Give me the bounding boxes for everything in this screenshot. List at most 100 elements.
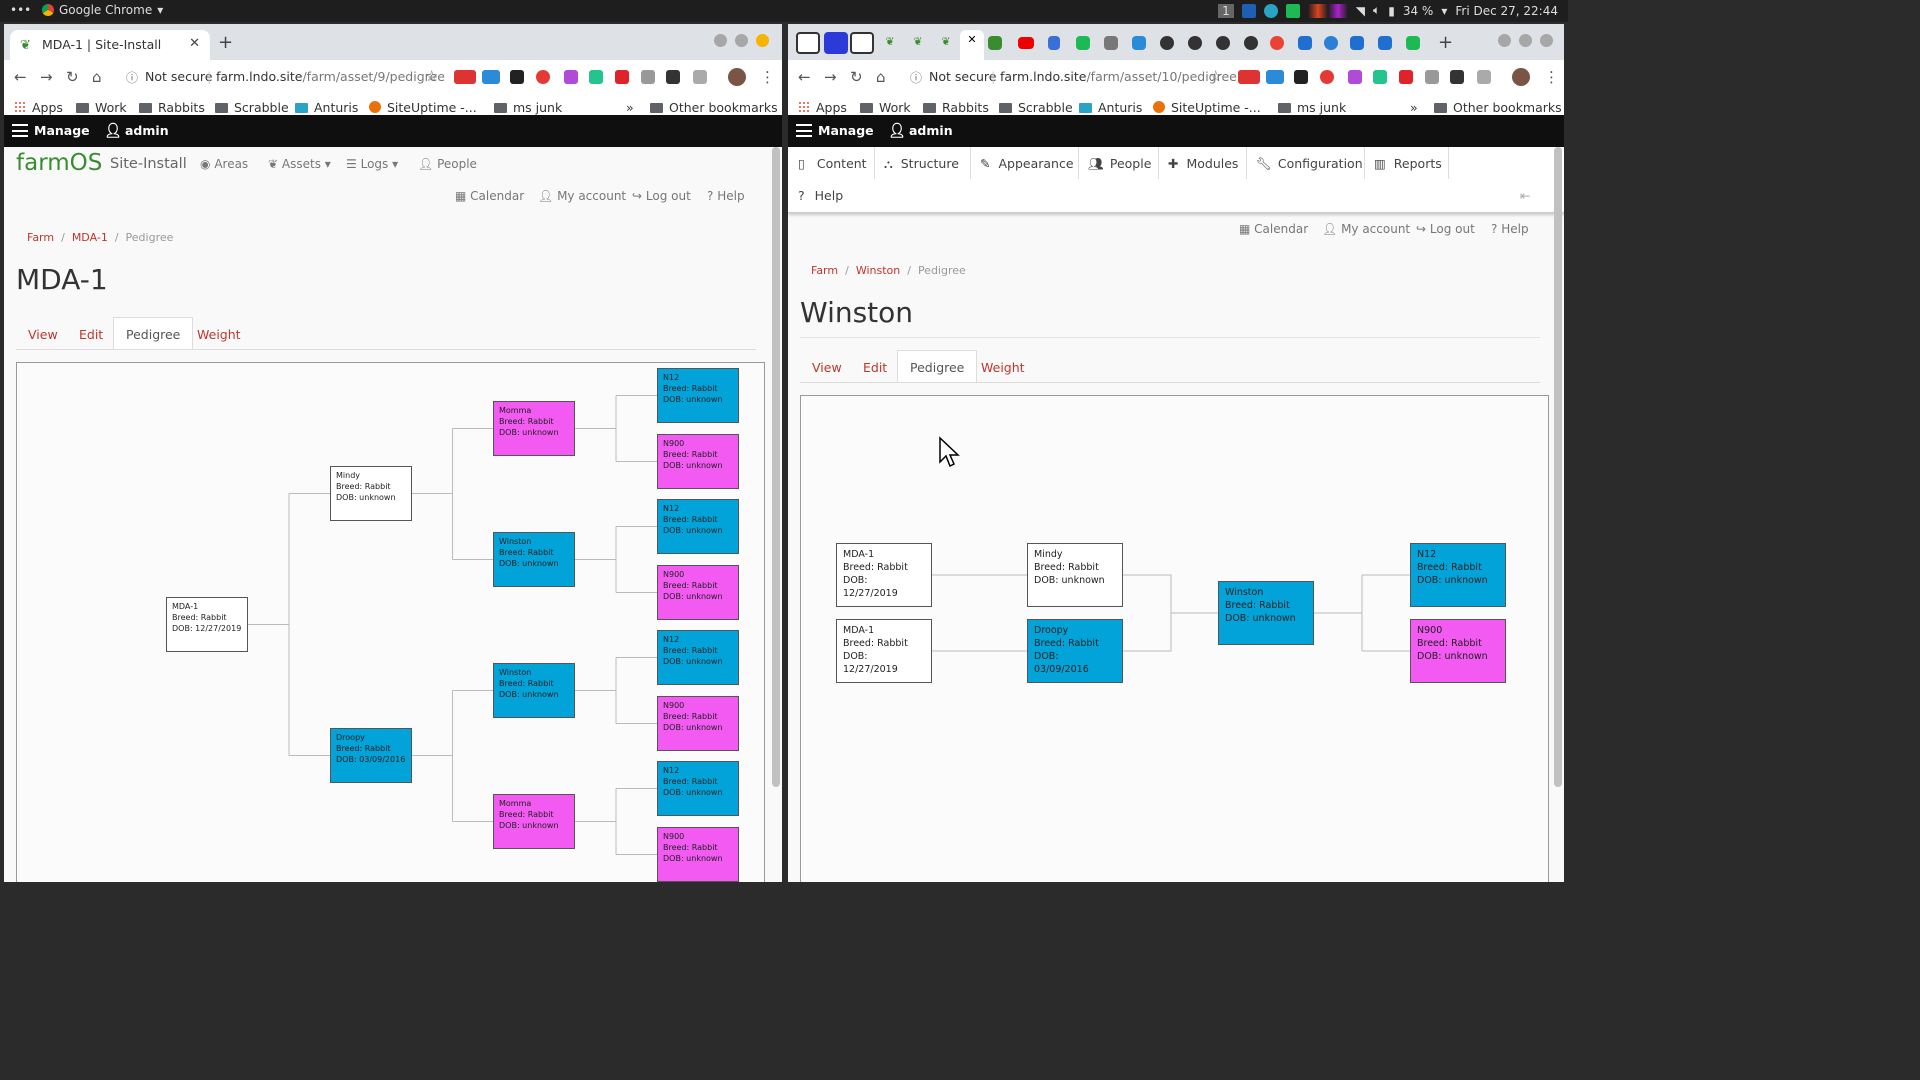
tab-github-3[interactable] [1216,36,1230,50]
eyedropper-ext-icon[interactable] [564,70,578,84]
manage-link[interactable]: Manage [818,123,874,138]
manage-link[interactable]: Manage [34,123,90,138]
tab-chart[interactable] [1132,36,1146,50]
maximize-button[interactable] [735,34,748,47]
green-ext-icon[interactable] [589,70,603,84]
site-name[interactable]: Site-Install [110,156,187,172]
url-field[interactable]: farm.lndo.site/farm/asset/10/pedigree [1000,69,1237,84]
bookmark-rabbits[interactable]: Rabbits [923,100,989,115]
bookmark-ms-junk[interactable]: ms junk [494,100,562,115]
help-link[interactable]: ? Help [707,189,745,203]
admin-user-link[interactable]: admin [909,123,953,138]
menu-people[interactable]: 👥︎ People [1088,156,1151,172]
pedigree-node[interactable]: MDA-1 Breed: Rabbit DOB: 12/27/2019 [166,597,248,652]
bookmark-apps[interactable]: Apps [798,100,847,115]
log-out-link[interactable]: ↪ Log out [1416,222,1475,236]
breadcrumb-asset[interactable]: Winston [856,264,900,277]
activities-menu[interactable]: ••• [10,3,31,17]
pedigree-node[interactable]: N900 Breed: Rabbit DOB: unknown [657,696,739,751]
tab-youtube[interactable] [1018,37,1034,49]
nav-logs[interactable]: ☰ Logs ▾ [346,157,398,171]
workspace-indicator[interactable]: 1 [1218,3,1234,18]
pedigree-node[interactable]: Momma Breed: Rabbit DOB: unknown [493,794,575,849]
bookmark-scrabble[interactable]: Scrabble [215,100,289,115]
cpu-graph-icon[interactable] [1307,3,1348,18]
dropdown-arrow-icon[interactable]: ▾ [1441,4,1447,18]
pedigree-node[interactable]: N12 Breed: Rabbit DOB: unknown [1410,543,1506,607]
pedigree-node[interactable]: N12 Breed: Rabbit DOB: unknown [657,499,739,554]
bw-ext-icon[interactable] [1294,70,1308,84]
bookmark-scrabble[interactable]: Scrabble [999,100,1073,115]
pedigree-node[interactable]: N900 Breed: Rabbit DOB: unknown [1410,619,1506,683]
tab-ext-3[interactable] [850,32,874,54]
bookmark-star-icon[interactable]: ☆ [425,67,438,85]
bookmark-siteuptime[interactable]: SiteUptime -... [369,100,477,115]
chrome-menu-icon[interactable]: ⋮ [760,68,775,86]
tab-pedigree[interactable]: Pedigree [897,350,978,383]
menu-appearance[interactable]: ✎ Appearance [980,156,1074,171]
tab-google[interactable] [1270,36,1284,50]
log-out-link[interactable]: ↪ Log out [632,189,691,203]
eyedropper-ext-icon[interactable] [1348,70,1362,84]
tab-ext-1[interactable] [796,32,820,54]
dark-ext-icon[interactable] [666,70,680,84]
dark-ext-icon[interactable] [1450,70,1464,84]
tab-ext-4[interactable] [988,36,1002,50]
pedigree-node[interactable]: N900 Breed: Rabbit DOB: unknown [657,434,739,489]
breadcrumb-farm[interactable]: Farm [811,264,838,277]
back-button[interactable]: ← [798,68,811,86]
menu-configuration[interactable]: 🔧︎ Configuration [1256,156,1363,172]
tab-ext-2[interactable] [824,32,848,54]
bookmark-anturis[interactable]: Anturis [1079,100,1142,115]
forward-button[interactable]: → [824,68,837,86]
profile-avatar[interactable] [1512,68,1530,86]
security-label[interactable]: Not secure [145,69,212,84]
pedigree-node[interactable]: N12 Breed: Rabbit DOB: unknown [657,630,739,685]
tab-github-2[interactable] [1188,36,1202,50]
other-bookmarks[interactable]: Other bookmarks [1434,100,1562,115]
tab-farmos-3[interactable]: ❦ [934,32,958,54]
bookmarks-overflow[interactable]: » [1410,100,1418,115]
pedigree-node[interactable]: Momma Breed: Rabbit DOB: unknown [493,401,575,456]
chrome-menu-icon[interactable]: ⋮ [1544,68,1559,86]
green-tray-icon[interactable] [1285,3,1300,18]
pedigree-node[interactable]: N12 Breed: Rabbit DOB: unknown [657,368,739,423]
menu-content[interactable]: ▯ Content [798,156,867,171]
red-ext-icon[interactable] [615,70,629,84]
bookmark-apps[interactable]: Apps [14,100,63,115]
reload-button[interactable]: ↻ [850,68,863,86]
tab-farmos-1[interactable]: ❦ [878,32,902,54]
help-link[interactable]: ? Help [1491,222,1529,236]
wifi-icon[interactable]: ◥ [1356,4,1365,18]
tab-github-4[interactable] [1244,36,1258,50]
nav-areas[interactable]: ◉ Areas [200,157,248,171]
tab-ext-8[interactable] [1324,36,1338,50]
pedigree-node[interactable]: MDA-1 Breed: Rabbit DOB: 12/27/2019 [836,543,932,607]
tab-view[interactable]: View [28,327,58,342]
pedigree-node[interactable]: Droopy Breed: Rabbit DOB: 03/09/2016 [1027,619,1123,683]
camera-ext-icon[interactable] [693,70,707,84]
gray-ext-icon[interactable] [641,70,655,84]
breadcrumb-farm[interactable]: Farm [27,231,54,244]
url-field[interactable]: farm.lndo.site/farm/asset/9/pedigree [216,69,445,84]
pedigree-node[interactable]: Droopy Breed: Rabbit DOB: 03/09/2016 [330,728,412,783]
admin-user-link[interactable]: admin [125,123,169,138]
tab-ext-11[interactable] [1406,36,1420,50]
tab-pedigree[interactable]: Pedigree [113,317,194,350]
nav-people[interactable]: 👤︎ People [418,157,477,171]
pedigree-node[interactable]: MDA-1 Breed: Rabbit DOB: 12/27/2019 [836,619,932,683]
green-ext-icon[interactable] [1373,70,1387,84]
bookmark-anturis[interactable]: Anturis [295,100,358,115]
adblock-icon[interactable] [536,70,550,84]
minimize-button[interactable] [1498,34,1511,47]
bookmark-siteuptime[interactable]: SiteUptime -... [1153,100,1261,115]
tab-winston[interactable]: ✕ [960,30,984,60]
minimize-button[interactable] [714,34,727,47]
bookmarks-overflow[interactable]: » [626,100,634,115]
pedigree-node[interactable]: Winston Breed: Rabbit DOB: unknown [1218,581,1314,645]
tab-view[interactable]: View [812,360,842,375]
bw-ext-icon[interactable] [510,70,524,84]
pedigree-node[interactable]: Mindy Breed: Rabbit DOB: unknown [330,466,412,521]
maximize-button[interactable] [1519,34,1532,47]
tab-ext-5[interactable] [1048,36,1060,50]
